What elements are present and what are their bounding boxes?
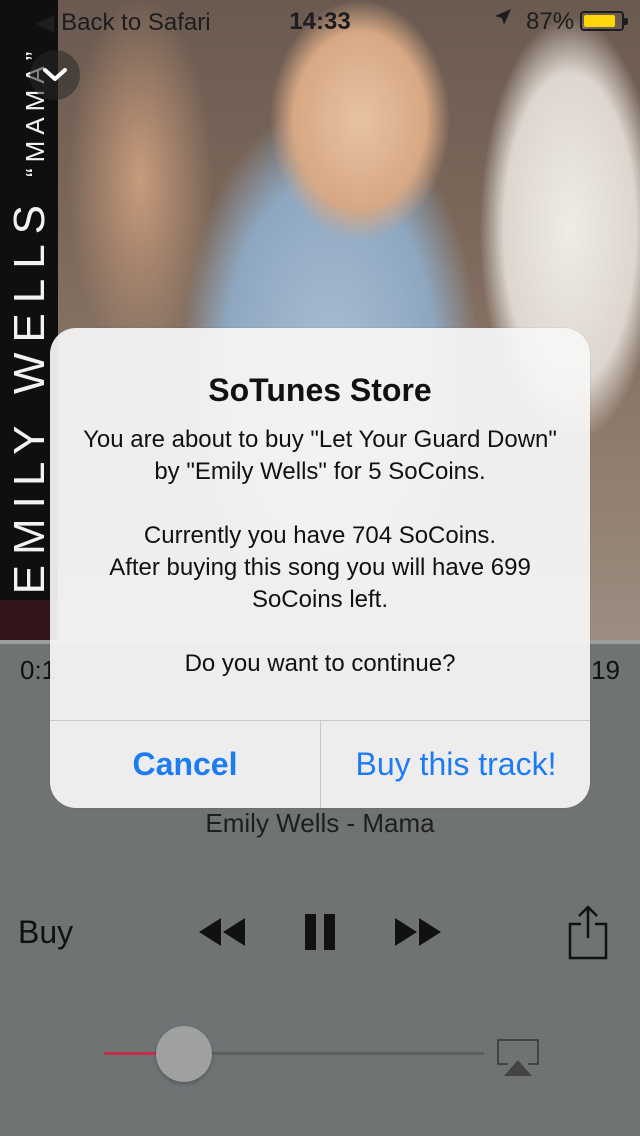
rewind-button[interactable] <box>192 910 250 954</box>
screen: EMILY WELLS“MAMA” ◀ Back to Safari 14:33… <box>0 0 640 1136</box>
buy-this-track-button[interactable]: Buy this track! <box>321 721 590 808</box>
purchase-alert-dialog: SoTunes Store You are about to buy "Let … <box>50 328 590 808</box>
collapse-player-button[interactable] <box>30 50 80 100</box>
volume-slider-knob[interactable] <box>155 1026 212 1082</box>
cancel-button[interactable]: Cancel <box>50 721 320 808</box>
track-artist-album: Emily Wells - Mama <box>205 808 435 838</box>
airplay-icon <box>497 1039 539 1076</box>
buy-button[interactable]: Buy <box>18 914 73 951</box>
pause-icon <box>305 914 335 950</box>
fast-forward-button[interactable] <box>390 910 448 954</box>
remaining-time: 19 <box>591 655 620 685</box>
battery-fill <box>584 15 616 27</box>
rewind-icon <box>199 918 245 946</box>
battery-percent: 87% <box>526 8 575 35</box>
artwork-artist-text: EMILY WELLS“MAMA” <box>5 46 55 595</box>
alert-message: You are about to buy "Let Your Guard Dow… <box>83 426 557 677</box>
airplay-button[interactable] <box>496 1038 540 1078</box>
pause-button[interactable] <box>296 910 344 954</box>
share-icon <box>568 905 608 960</box>
artwork-artist-name: EMILY WELLS <box>5 194 54 595</box>
location-arrow-icon <box>494 8 512 32</box>
fast-forward-icon <box>395 918 441 946</box>
status-bar: ◀ Back to Safari 14:33 87% <box>0 0 640 40</box>
battery-icon <box>580 11 628 31</box>
alert-title: SoTunes Store <box>208 372 432 408</box>
chevron-down-icon <box>43 68 67 81</box>
battery-nub <box>624 18 628 25</box>
share-button[interactable] <box>568 904 608 960</box>
